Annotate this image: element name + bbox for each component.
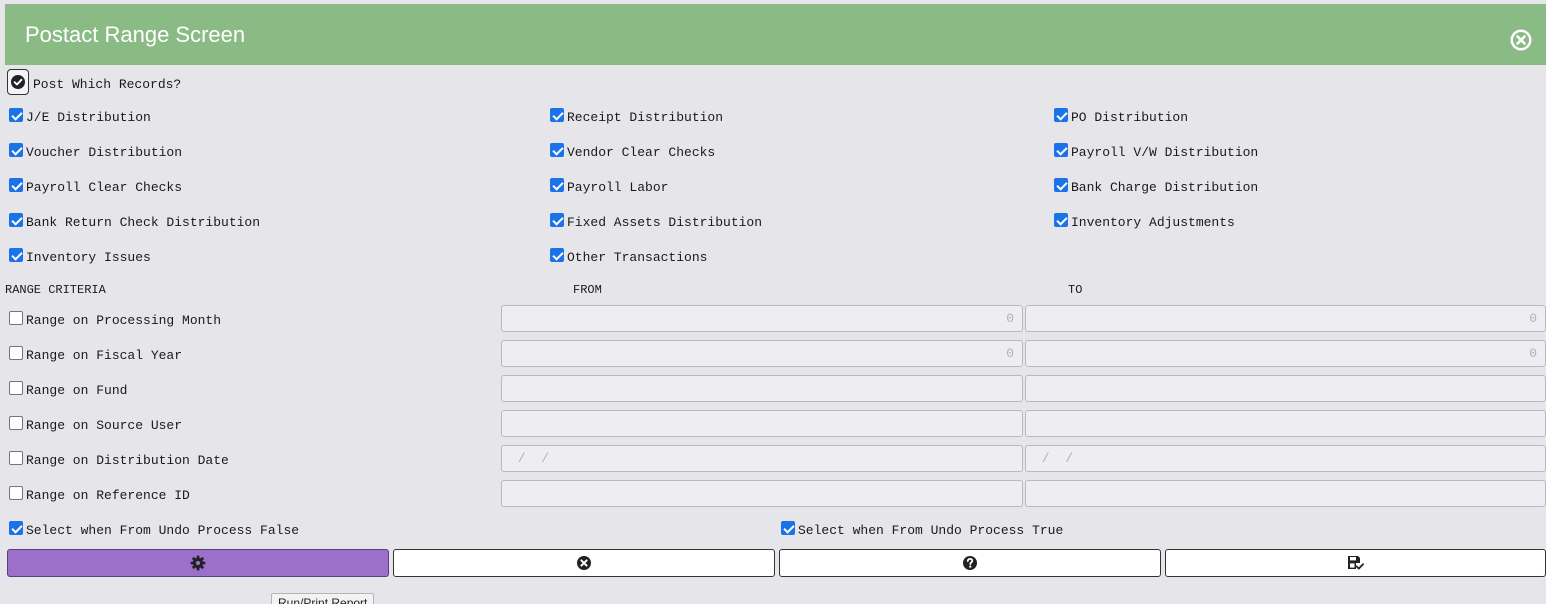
distribution-date-to-field[interactable]: / /	[1025, 445, 1546, 472]
checkbox-payroll-labor[interactable]	[550, 178, 564, 192]
save-button[interactable]	[1165, 549, 1546, 577]
from-header: FROM	[573, 283, 602, 297]
record-label: PO Distribution	[1071, 110, 1189, 125]
checkbox-je-distribution[interactable]	[9, 108, 23, 122]
range-label: Range on Fiscal Year	[26, 348, 183, 363]
post-which-toggle[interactable]	[7, 69, 29, 95]
undo-true-label: Select when From Undo Process True	[798, 523, 1064, 538]
fund-from-field[interactable]	[501, 375, 1023, 402]
checkbox-receipt-distribution[interactable]	[550, 108, 564, 122]
range-label: Range on Distribution Date	[26, 453, 229, 468]
close-circle-icon	[577, 556, 591, 570]
source-user-from-field[interactable]	[501, 410, 1023, 437]
record-label: Payroll Clear Checks	[26, 180, 183, 195]
title-bar: Postact Range Screen	[5, 4, 1546, 65]
record-label: Bank Charge Distribution	[1071, 180, 1259, 195]
checkbox-vendor-clear-checks[interactable]	[550, 143, 564, 157]
run-report-button[interactable]	[7, 549, 389, 577]
reference-id-from-field[interactable]	[501, 480, 1023, 507]
undo-false-label: Select when From Undo Process False	[26, 523, 300, 538]
gear-icon	[190, 555, 206, 571]
record-label: Other Transactions	[567, 250, 708, 265]
record-label: Inventory Issues	[26, 250, 151, 265]
range-label: Range on Fund	[26, 383, 128, 398]
range-label: Range on Processing Month	[26, 313, 222, 328]
checkbox-fixed-assets-distribution[interactable]	[550, 213, 564, 227]
checkbox-inventory-adjustments[interactable]	[1054, 213, 1068, 227]
checkbox-range-source-user[interactable]	[9, 416, 23, 430]
record-label: Voucher Distribution	[26, 145, 183, 160]
record-label: Payroll V/W Distribution	[1071, 145, 1259, 160]
record-label: Vendor Clear Checks	[567, 145, 716, 160]
processing-month-from-field[interactable]: 0	[501, 305, 1023, 332]
save-check-icon	[1348, 556, 1364, 570]
processing-month-to-field[interactable]: 0	[1025, 305, 1546, 332]
checkbox-range-distribution-date[interactable]	[9, 451, 23, 465]
checkbox-undo-process-true[interactable]	[781, 521, 795, 535]
run-report-tooltip: Run/Print Report	[271, 593, 375, 604]
checkbox-bank-return-check-distribution[interactable]	[9, 213, 23, 227]
to-header: TO	[1068, 283, 1083, 297]
record-label: Fixed Assets Distribution	[567, 215, 763, 230]
post-which-label: Post Which Records?	[33, 77, 182, 92]
range-label: Range on Source User	[26, 418, 183, 433]
checkbox-payroll-clear-checks[interactable]	[9, 178, 23, 192]
fiscal-year-to-field[interactable]: 0	[1025, 340, 1546, 367]
checkbox-payroll-vw-distribution[interactable]	[1054, 143, 1068, 157]
question-circle-icon	[963, 556, 977, 570]
close-icon[interactable]	[1509, 28, 1533, 52]
checkbox-inventory-issues[interactable]	[9, 248, 23, 262]
fiscal-year-from-field[interactable]: 0	[501, 340, 1023, 367]
fund-to-field[interactable]	[1025, 375, 1546, 402]
distribution-date-from-field[interactable]: / /	[501, 445, 1023, 472]
record-label: Inventory Adjustments	[1071, 215, 1235, 230]
range-label: Range on Reference ID	[26, 488, 190, 503]
checkbox-undo-process-false[interactable]	[9, 521, 23, 535]
postact-range-screen: Postact Range Screen Post Which Records?…	[0, 0, 1546, 604]
record-label: Payroll Labor	[567, 180, 669, 195]
checkbox-po-distribution[interactable]	[1054, 108, 1068, 122]
window-title: Postact Range Screen	[25, 22, 246, 47]
range-criteria-header: RANGE CRITERIA	[5, 283, 106, 297]
record-label: Bank Return Check Distribution	[26, 215, 261, 230]
checkbox-range-fiscal-year[interactable]	[9, 346, 23, 360]
reference-id-to-field[interactable]	[1025, 480, 1546, 507]
check-circle-icon	[11, 75, 25, 89]
source-user-to-field[interactable]	[1025, 410, 1546, 437]
checkbox-range-fund[interactable]	[9, 381, 23, 395]
checkbox-bank-charge-distribution[interactable]	[1054, 178, 1068, 192]
record-label: Receipt Distribution	[567, 110, 724, 125]
help-button[interactable]	[779, 549, 1161, 577]
checkbox-range-processing-month[interactable]	[9, 311, 23, 325]
checkbox-range-reference-id[interactable]	[9, 486, 23, 500]
checkbox-voucher-distribution[interactable]	[9, 143, 23, 157]
record-label: J/E Distribution	[26, 110, 151, 125]
cancel-button[interactable]	[393, 549, 775, 577]
checkbox-other-transactions[interactable]	[550, 248, 564, 262]
